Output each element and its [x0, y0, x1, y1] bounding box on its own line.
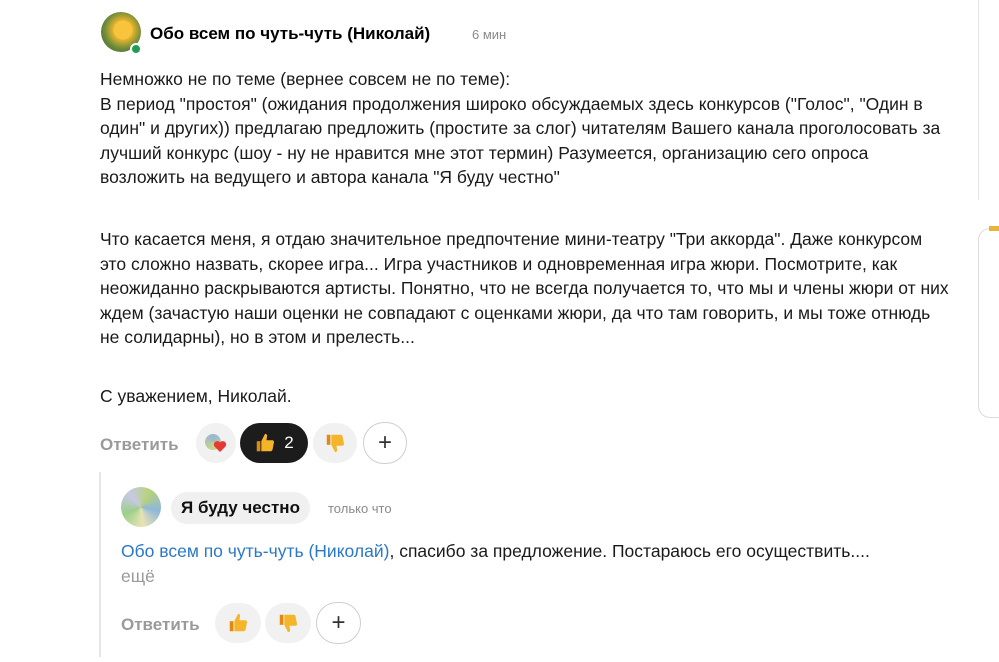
thumbs-up-icon [254, 432, 276, 454]
reply-time: только что [328, 501, 392, 516]
thread-line [99, 472, 101, 657]
side-card-accent [989, 226, 999, 231]
thumbs-down-icon [324, 432, 346, 454]
reply-reply-button[interactable]: Ответить [121, 615, 200, 635]
heart-avatar-icon [205, 432, 227, 454]
online-status-indicator [130, 43, 142, 55]
reply-author[interactable]: Я буду честно [171, 492, 310, 524]
comment-body-3: С уважением, Николай. [100, 384, 950, 409]
comment-body-2: Что касается меня, я отдаю значительное … [100, 227, 950, 350]
reply-like-button[interactable] [215, 603, 261, 643]
plus-icon: + [331, 609, 346, 636]
like-count: 2 [284, 433, 294, 452]
show-more-link[interactable]: ещё [121, 566, 155, 586]
dislike-button[interactable] [313, 423, 357, 463]
reply-add-reaction-button[interactable]: + [316, 602, 361, 644]
comment-body: Немножко не по теме (вернее совсем не по… [100, 67, 950, 190]
side-panel-divider [978, 0, 979, 200]
reply-dislike-button[interactable] [265, 603, 311, 643]
comment-paragraph: Немножко не по теме (вернее совсем не по… [100, 69, 941, 187]
comment-signature: С уважением, Николай. [100, 386, 292, 406]
comment-time: 6 мин [472, 27, 507, 42]
like-button[interactable]: 2 [240, 423, 308, 463]
reply-mention-link[interactable]: Обо всем по чуть-чуть (Николай) [121, 541, 389, 561]
add-reaction-button[interactable]: + [363, 422, 407, 464]
comment-paragraph: Что касается меня, я отдаю значительное … [100, 229, 949, 347]
comment-author[interactable]: Обо всем по чуть-чуть (Николай) [150, 24, 430, 44]
thumbs-up-icon [227, 612, 249, 634]
reactions-avatars-button[interactable] [196, 423, 236, 463]
reply-body: Обо всем по чуть-чуть (Николай), спасибо… [121, 539, 881, 588]
side-card-fragment [978, 228, 999, 418]
reply-button[interactable]: Ответить [100, 435, 179, 455]
plus-icon: + [377, 429, 392, 456]
reply-text: , спасибо за предложение. Постараюсь его… [389, 541, 870, 561]
thumbs-down-icon [277, 612, 299, 634]
reply-avatar[interactable] [121, 487, 161, 527]
